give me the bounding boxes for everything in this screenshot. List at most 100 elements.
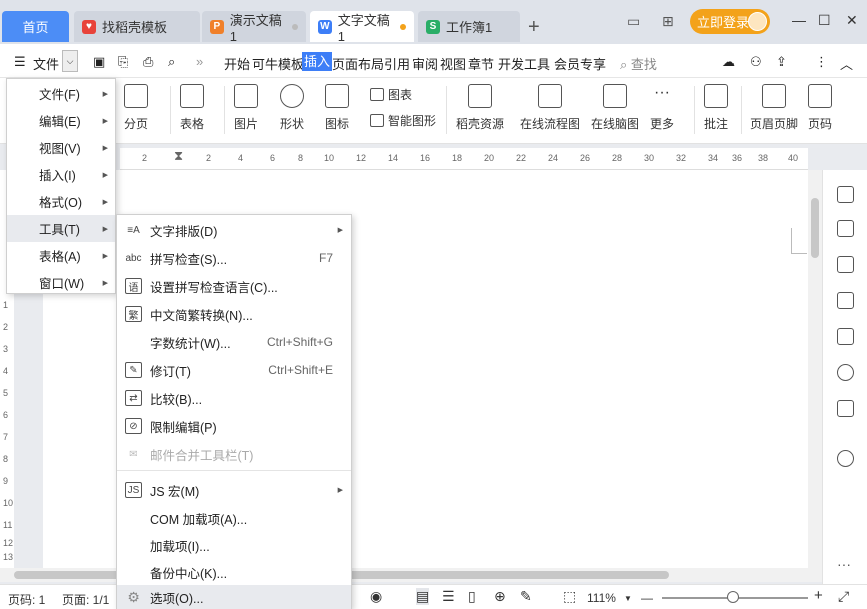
menu-item-text-layout[interactable]: ≡A 文字排版(D) ▶ (117, 216, 351, 244)
print-icon[interactable]: ⎙ (143, 54, 153, 70)
fullscreen-icon[interactable]: ⤢ (838, 588, 849, 605)
menu-item-file[interactable]: 文件(F) ▶ (7, 80, 115, 107)
menu-insert[interactable]: 插入 (302, 52, 333, 71)
more-dots-icon[interactable]: ··· (837, 556, 851, 572)
icons-button[interactable]: 图标 (325, 84, 349, 132)
reading-view-icon[interactable]: ▯ (468, 588, 476, 605)
maximize-button[interactable]: ☐ (818, 12, 831, 29)
table-button[interactable]: 表格 (180, 84, 204, 132)
menu-developer[interactable]: 开发工具 (498, 54, 550, 73)
menu-item-spell-language[interactable]: 语设置拼写检查语言(C)... (117, 272, 351, 300)
tab-docer-templates[interactable]: ♥ 找稻壳模板 (74, 11, 200, 42)
menu-templates[interactable]: 可牛模板 (252, 54, 304, 73)
picture-button[interactable]: 图片 (234, 84, 258, 132)
menu-item-com-addins[interactable]: COM 加载项(A)... (117, 504, 351, 532)
indent-marker-icon[interactable]: ⧗ (174, 148, 183, 164)
menu-item-word-count[interactable]: 字数统计(W)... Ctrl+Shift+G (117, 328, 351, 356)
menu-item-chinese-convert[interactable]: 繁中文简繁转换(N)... (117, 300, 351, 328)
search-box[interactable]: ⌕ 查找 (620, 54, 657, 73)
menu-item-addins[interactable]: 加载项(I)... (117, 531, 351, 559)
more-quick-icon[interactable]: » (196, 54, 203, 69)
save-icon[interactable]: ▣ (93, 54, 105, 70)
tab-presentation[interactable]: P 演示文稿1 (202, 11, 306, 44)
apps-grid-icon[interactable]: ⊞ (662, 13, 674, 30)
export-icon[interactable]: ⎘ (118, 54, 128, 70)
more-button[interactable]: ··· 更多 (650, 84, 674, 132)
horizontal-ruler[interactable]: 2 ⧗ 2 4 6 8 10 12 14 16 18 20 22 24 26 2… (120, 148, 808, 170)
share-icon[interactable]: ⇪ (776, 54, 787, 70)
rocket-icon[interactable] (837, 186, 854, 203)
tab-spreadsheet[interactable]: S 工作簿1 (418, 11, 520, 42)
docer-resources-button[interactable]: 稻壳资源 (456, 84, 504, 132)
menu-item-edit[interactable]: 编辑(E) ▶ (7, 107, 115, 134)
tab-writer-doc[interactable]: W 文字文稿1 (310, 11, 414, 44)
file-menu[interactable]: 文件 (33, 54, 59, 73)
print-preview-icon[interactable]: ⌕ (168, 54, 175, 70)
collapse-ribbon-icon[interactable]: ︿ (840, 54, 853, 73)
cloud-icon[interactable]: ☁ (722, 54, 735, 70)
menu-item-compare[interactable]: ⇄ 比较(B)... (117, 384, 351, 412)
page-split-button[interactable]: 分页 (124, 84, 148, 132)
menu-item-insert[interactable]: 插入(I) ▶ (7, 161, 115, 188)
home-tab[interactable]: 首页 (2, 11, 69, 42)
zoom-out-button[interactable]: — (641, 591, 653, 605)
menu-reference[interactable]: 引用 (384, 54, 410, 73)
menu-item-view[interactable]: 视图(V) ▶ (7, 134, 115, 161)
menu-item-table[interactable]: 表格(A) ▶ (7, 242, 115, 269)
vertical-scrollbar[interactable] (808, 170, 822, 568)
page-count-status[interactable]: 页面: 1/1 (62, 591, 109, 608)
image-tools-icon[interactable] (837, 328, 854, 345)
mindmap-button[interactable]: 在线脑图 (591, 84, 639, 132)
outline-view-icon[interactable]: ☰ (442, 588, 455, 605)
shape-button[interactable]: 形状 (280, 84, 304, 132)
menu-item-window[interactable]: 窗口(W) ▶ (7, 269, 115, 296)
hamburger-icon[interactable]: ☰ (14, 54, 26, 70)
page-number-status[interactable]: 页码: 1 (8, 591, 45, 608)
help-icon[interactable] (837, 450, 854, 467)
menu-item-spell-check[interactable]: abc 拼写检查(S)... F7 (117, 244, 351, 272)
submenu-arrow-icon: ▶ (102, 225, 108, 233)
workspace-switch-icon[interactable]: ▭ (627, 13, 640, 30)
menu-item-backup-center[interactable]: 备份中心(K)... (117, 558, 351, 586)
menu-chapter[interactable]: 章节 (468, 54, 494, 73)
cursor-icon[interactable] (837, 256, 854, 273)
web-view-icon[interactable]: ⊕ (494, 588, 506, 605)
menu-item-tools[interactable]: 工具(T) ▶ (7, 215, 115, 242)
page-view-icon[interactable]: ▤ (416, 588, 430, 605)
share-user-icon[interactable]: ⚇ (750, 54, 762, 70)
menu-view[interactable]: 视图 (440, 54, 466, 73)
fit-page-icon[interactable]: ⬚ (563, 588, 576, 605)
menu-item-restrict-edit[interactable]: ⊘ 限制编辑(P) (117, 412, 351, 440)
zoom-dropdown-icon[interactable]: ▼ (624, 594, 632, 603)
menu-item-format[interactable]: 格式(O) ▶ (7, 188, 115, 215)
flowchart-button[interactable]: 在线流程图 (520, 84, 580, 132)
menu-item-js-macro[interactable]: JS JS 宏(M) ▶ (117, 476, 351, 504)
zoom-in-button[interactable]: + (814, 587, 823, 604)
minimize-button[interactable]: — (792, 12, 806, 28)
menu-member[interactable]: 会员专享 (554, 54, 606, 73)
sliders-icon[interactable] (837, 292, 854, 309)
book-search-icon[interactable] (837, 400, 854, 417)
lightning-icon[interactable] (837, 364, 854, 381)
smart-shape-button[interactable]: 智能图形 (370, 112, 436, 129)
menu-start[interactable]: 开始 (224, 54, 250, 73)
page-number-button[interactable]: 页码 (808, 84, 832, 132)
chart-button[interactable]: 图表 (370, 86, 412, 103)
eye-protect-icon[interactable]: ◉ (370, 588, 382, 605)
menu-item-options[interactable]: ⚙ 选项(O)... (117, 585, 351, 609)
pen-icon[interactable] (837, 220, 854, 237)
close-button[interactable]: ✕ (846, 12, 858, 29)
new-tab-button[interactable]: + (528, 16, 540, 39)
more-options-icon[interactable]: ⋮ (815, 54, 828, 70)
zoom-level[interactable]: 111% (587, 591, 616, 605)
comment-button[interactable]: 批注 (704, 84, 728, 132)
menu-page-layout[interactable]: 页面布局 (332, 54, 384, 73)
menu-item-track-changes[interactable]: ✎ 修订(T) Ctrl+Shift+E (117, 356, 351, 384)
menu-review[interactable]: 审阅 (412, 54, 438, 73)
scrollbar-thumb[interactable] (811, 198, 819, 258)
header-footer-button[interactable]: 页眉页脚 (750, 84, 798, 132)
login-button[interactable]: 立即登录 (690, 9, 770, 34)
chevron-down-icon[interactable]: ⌵ (62, 50, 78, 72)
write-mode-icon[interactable]: ✎ (520, 588, 532, 605)
zoom-slider-handle[interactable] (727, 591, 739, 603)
